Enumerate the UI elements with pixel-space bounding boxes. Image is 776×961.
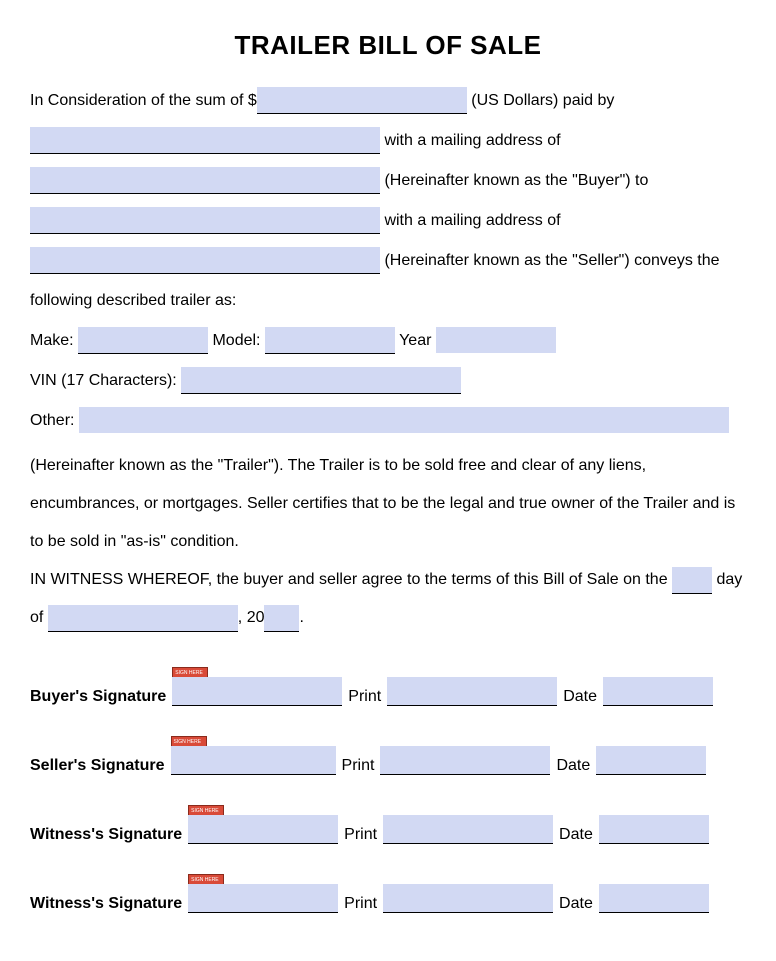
field-witness2-print[interactable]: [383, 884, 553, 913]
label-seller-sig: Seller's Signature: [30, 757, 165, 775]
label-witness2-sig: Witness's Signature: [30, 895, 182, 913]
field-sum[interactable]: [257, 87, 467, 114]
field-buyer-address[interactable]: [30, 167, 380, 194]
signature-section: Buyer's Signature SIGN HERE Print Date S…: [30, 677, 746, 913]
bill-of-sale-document: TRAILER BILL OF SALE In Consideration of…: [0, 0, 776, 953]
signature-row-buyer: Buyer's Signature SIGN HERE Print Date: [30, 677, 746, 706]
label-witness1-sig: Witness's Signature: [30, 826, 182, 844]
signature-row-seller: Seller's Signature SIGN HERE Print Date: [30, 746, 746, 775]
field-witness2-date[interactable]: [599, 884, 709, 913]
label-print: Print: [344, 826, 377, 844]
field-seller-print[interactable]: [380, 746, 550, 775]
text-buyer-clause: (Hereinafter known as the "Buyer") to: [380, 172, 648, 189]
label-make: Make:: [30, 332, 78, 349]
field-seller-date[interactable]: [596, 746, 706, 775]
field-witness1-print[interactable]: [383, 815, 553, 844]
label-date: Date: [556, 757, 590, 775]
label-date: Date: [559, 826, 593, 844]
label-year: Year: [395, 332, 436, 349]
field-buyer-signature[interactable]: [172, 677, 342, 706]
label-print: Print: [344, 895, 377, 913]
label-buyer-sig: Buyer's Signature: [30, 688, 166, 706]
label-date: Date: [563, 688, 597, 706]
field-witness1-date[interactable]: [599, 815, 709, 844]
page-title: TRAILER BILL OF SALE: [30, 30, 746, 61]
text-consideration-a: In Consideration of the sum of $: [30, 92, 257, 109]
field-seller-address[interactable]: [30, 247, 380, 274]
field-year[interactable]: [436, 327, 556, 353]
field-seller-name[interactable]: [30, 207, 380, 234]
label-print: Print: [342, 757, 375, 775]
text-witness-c: , 20: [238, 609, 265, 626]
text-witness-d: .: [299, 609, 303, 626]
text-mailing-1: with a mailing address of: [380, 132, 561, 149]
field-model[interactable]: [265, 327, 395, 354]
text-witness-a: IN WITNESS WHEREOF, the buyer and seller…: [30, 571, 672, 588]
field-buyer-print[interactable]: [387, 677, 557, 706]
signature-row-witness-1: Witness's Signature SIGN HERE Print Date: [30, 815, 746, 844]
label-print: Print: [348, 688, 381, 706]
field-day[interactable]: [672, 567, 712, 594]
form-body: In Consideration of the sum of $ (US Dol…: [30, 81, 746, 637]
label-model: Model:: [208, 332, 265, 349]
field-seller-signature[interactable]: [171, 746, 336, 775]
field-vin[interactable]: [181, 367, 461, 394]
text-following: following described trailer as:: [30, 292, 236, 309]
label-vin: VIN (17 Characters):: [30, 372, 181, 389]
label-date: Date: [559, 895, 593, 913]
field-witness1-signature[interactable]: [188, 815, 338, 844]
text-clause: (Hereinafter known as the "Trailer"). Th…: [30, 457, 735, 550]
text-mailing-2: with a mailing address of: [380, 212, 561, 229]
field-buyer-name[interactable]: [30, 127, 380, 154]
label-other: Other:: [30, 412, 79, 429]
field-buyer-date[interactable]: [603, 677, 713, 706]
field-other[interactable]: [79, 407, 729, 433]
text-seller-clause: (Hereinafter known as the "Seller") conv…: [380, 252, 720, 269]
field-month[interactable]: [48, 605, 238, 632]
field-year2[interactable]: [264, 605, 299, 632]
field-witness2-signature[interactable]: [188, 884, 338, 913]
text-consideration-b: (US Dollars) paid by: [467, 92, 615, 109]
field-make[interactable]: [78, 327, 208, 354]
signature-row-witness-2: Witness's Signature SIGN HERE Print Date: [30, 884, 746, 913]
